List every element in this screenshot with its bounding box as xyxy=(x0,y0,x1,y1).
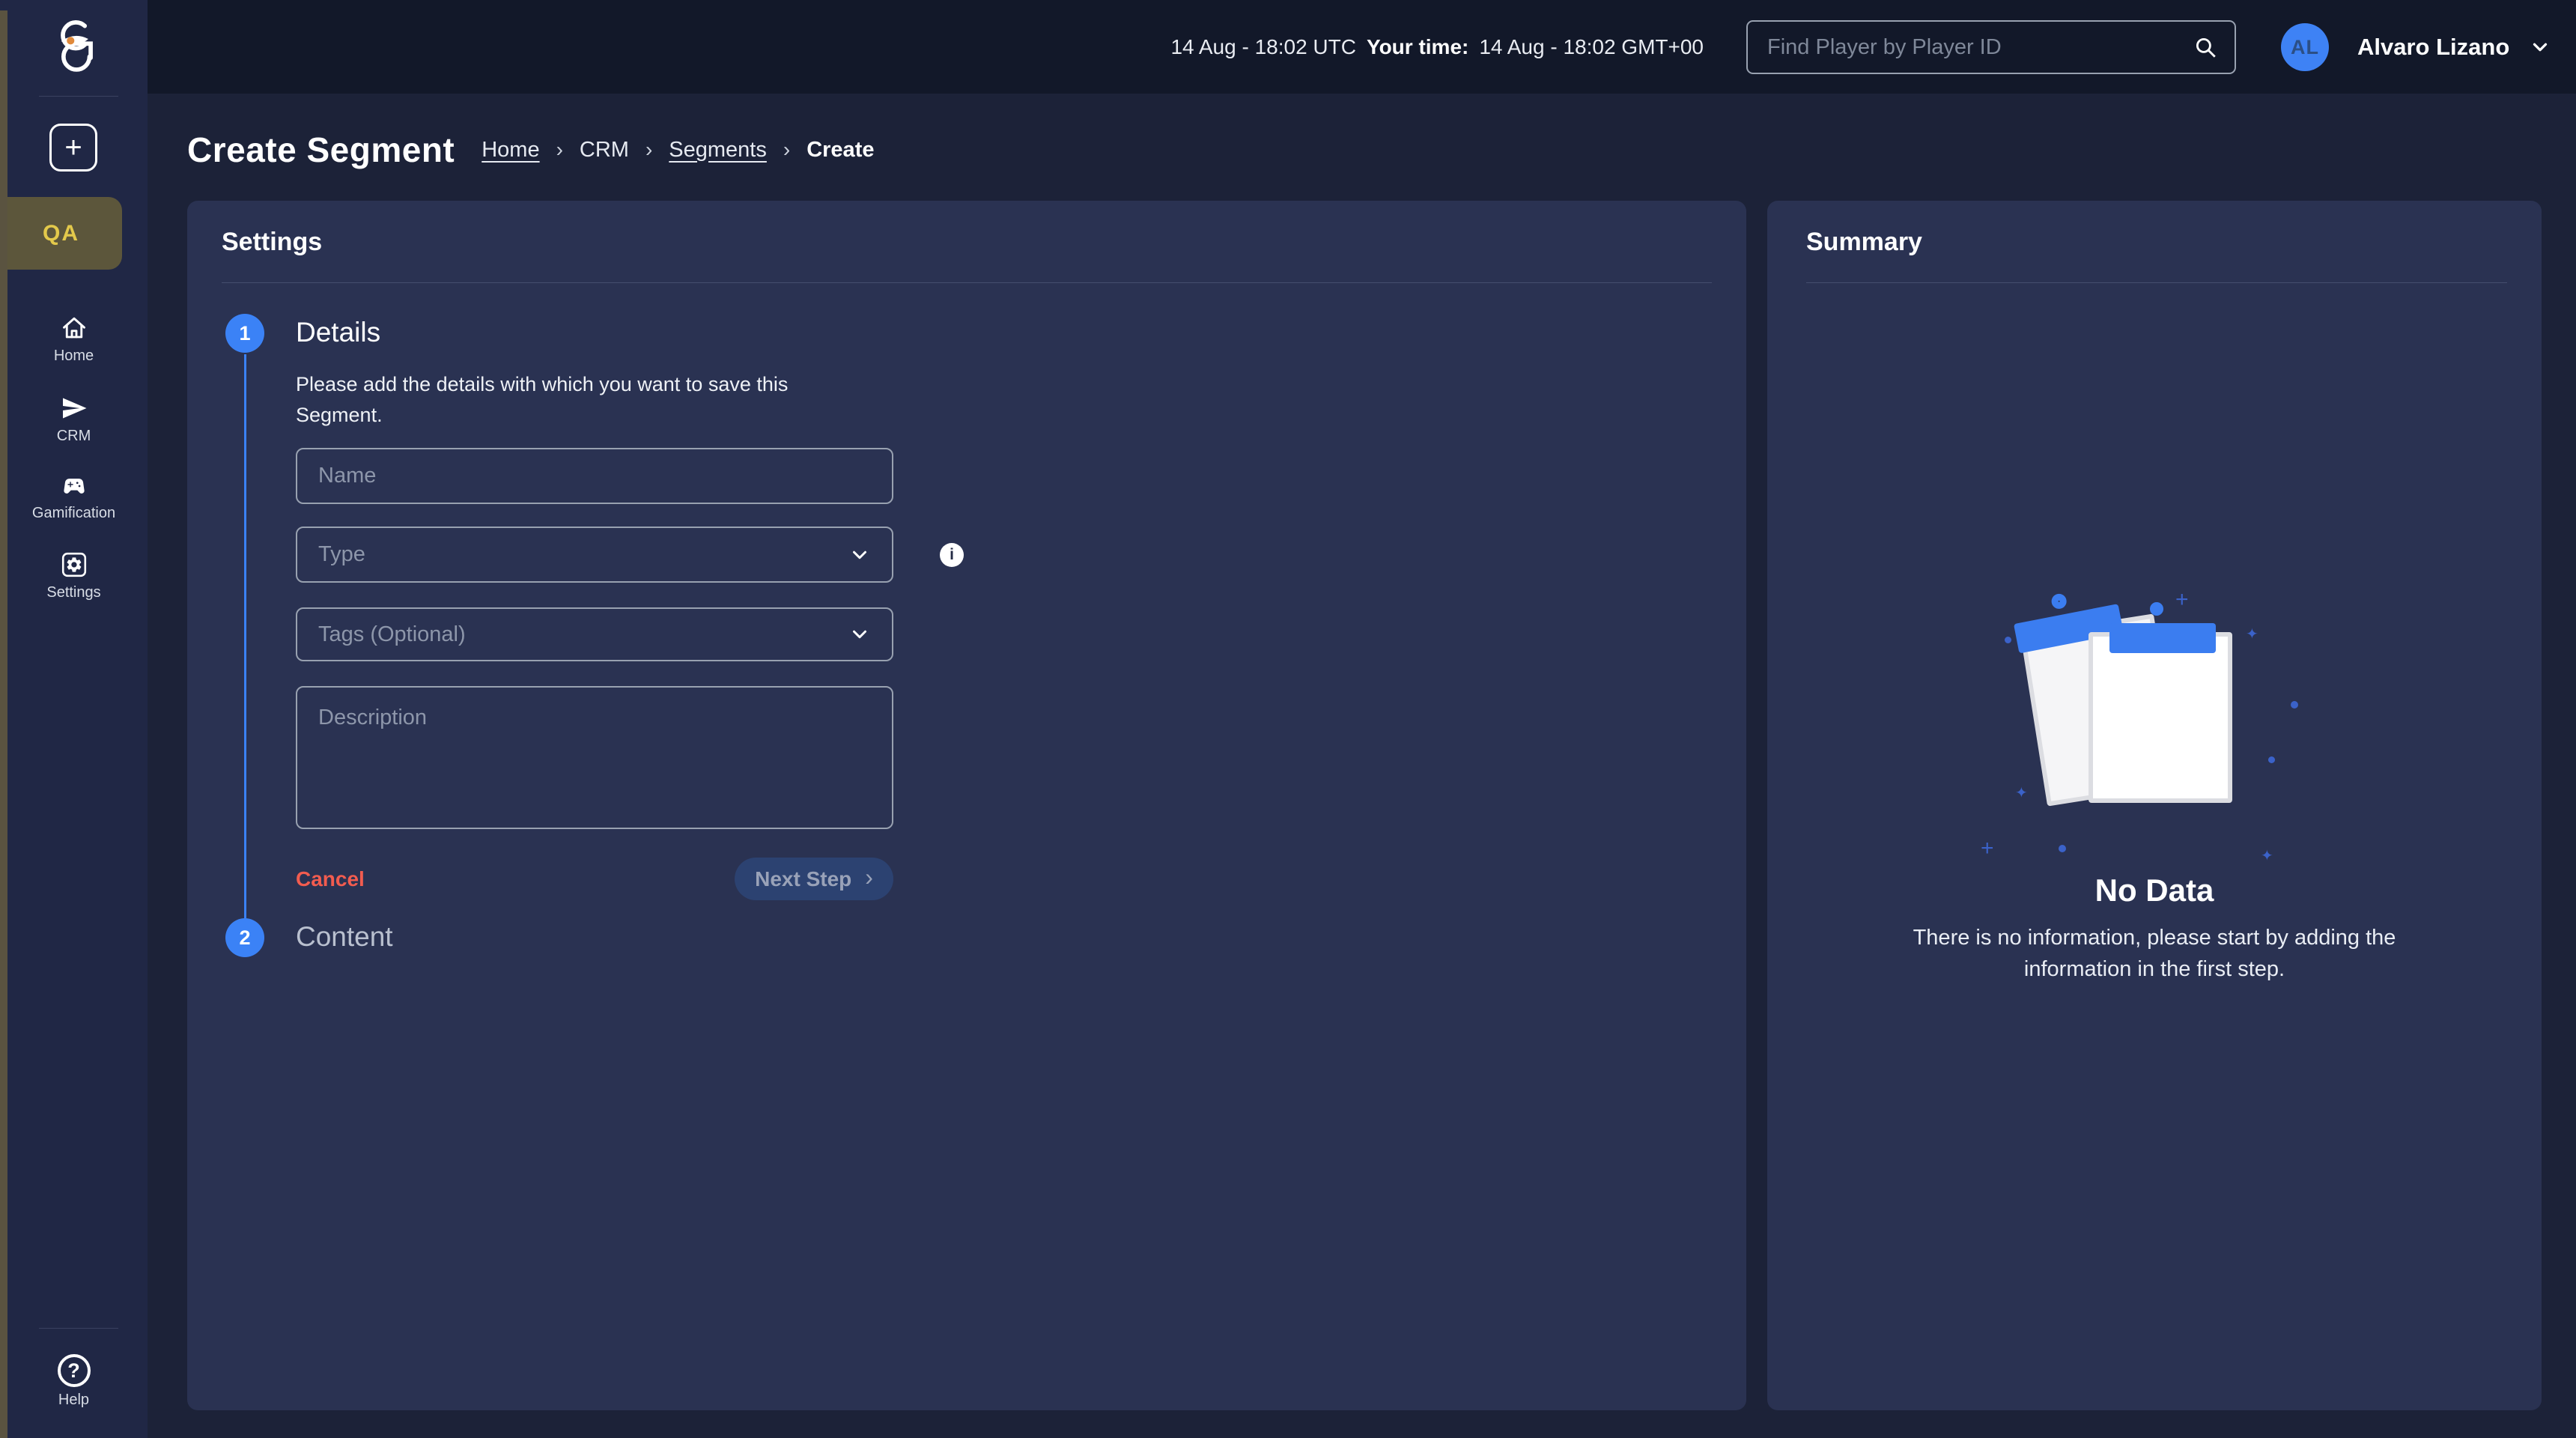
sidebar: + QA Home CRM Gamification Settings ? He… xyxy=(0,0,148,1438)
sidebar-item-label: Settings xyxy=(46,584,101,601)
help-icon: ? xyxy=(57,1354,91,1387)
clipboard-ring xyxy=(2050,592,2068,610)
avatar[interactable]: AL xyxy=(2281,23,2329,71)
sidebar-item-label: Home xyxy=(53,348,94,364)
time-display: 14 Aug - 18:02 UTC Your time: 14 Aug - 1… xyxy=(1170,0,1704,94)
panel-divider xyxy=(222,282,1712,283)
type-select[interactable]: Type xyxy=(296,527,893,583)
name-field[interactable] xyxy=(296,448,893,504)
step-1-description: Please add the details with which you wa… xyxy=(296,373,789,426)
environment-strip xyxy=(0,10,7,1438)
sparkle-decoration xyxy=(2059,845,2066,852)
breadcrumb-separator-icon: › xyxy=(556,138,563,161)
summary-panel-title: Summary xyxy=(1806,228,1922,256)
user-menu[interactable]: Alvaro Lizano xyxy=(2357,0,2551,94)
chevron-right-icon: › xyxy=(865,864,873,891)
player-search-input[interactable] xyxy=(1767,34,2193,60)
sparkle-decoration xyxy=(2005,637,2011,643)
name-input[interactable] xyxy=(318,464,871,488)
page-title: Create Segment xyxy=(187,130,455,169)
home-icon xyxy=(60,315,88,342)
main-content: Create Segment Home › CRM › Segments › C… xyxy=(148,94,2576,1438)
sparkle-decoration: + xyxy=(1981,836,1994,861)
description-field[interactable] xyxy=(296,686,893,829)
description-textarea[interactable] xyxy=(297,688,892,828)
no-data-message: There is no information, please start by… xyxy=(1913,926,2396,982)
no-data-illustration: + ✦ ✦ + ✦ xyxy=(1981,587,2312,864)
add-button[interactable]: + xyxy=(49,124,97,172)
breadcrumb-create: Create xyxy=(806,137,875,162)
sidebar-item-settings[interactable]: Settings xyxy=(0,551,148,601)
settings-panel: Settings 1 Details Please add the detail… xyxy=(187,201,1746,1410)
sparkle-decoration xyxy=(2291,701,2298,709)
sidebar-item-label: CRM xyxy=(56,428,91,444)
clipboard-front-icon xyxy=(2089,602,2232,803)
sidebar-divider xyxy=(39,96,118,97)
no-data-title: No Data xyxy=(2094,873,2214,908)
breadcrumb-home[interactable]: Home xyxy=(482,138,539,163)
info-icon[interactable]: i xyxy=(940,543,964,567)
sidebar-item-home[interactable]: Home xyxy=(0,315,148,365)
sparkle-decoration: ✦ xyxy=(2246,626,2258,643)
chevron-down-icon xyxy=(848,623,871,646)
chevron-down-icon xyxy=(2529,36,2551,58)
sparkle-decoration: + xyxy=(2175,587,2189,612)
clipboard-clip xyxy=(2109,623,2216,653)
breadcrumb-separator-icon: › xyxy=(783,138,791,161)
top-bar: 14 Aug - 18:02 UTC Your time: 14 Aug - 1… xyxy=(0,0,2576,94)
plus-icon: + xyxy=(64,130,82,164)
cancel-button[interactable]: Cancel xyxy=(296,867,365,891)
environment-badge-label: QA xyxy=(43,220,79,246)
your-time-label: Your time: xyxy=(1366,34,1469,58)
stepper-connector xyxy=(244,354,246,918)
step-2-indicator: 2 xyxy=(225,918,264,957)
sidebar-item-gamification[interactable]: Gamification xyxy=(0,473,148,522)
brand-logo-icon[interactable] xyxy=(46,16,103,78)
details-form: Type Tags (Optional) i xyxy=(296,448,970,829)
breadcrumb-segments[interactable]: Segments xyxy=(669,138,767,163)
form-actions: Cancel Next Step › xyxy=(296,858,893,900)
settings-panel-title: Settings xyxy=(222,228,323,256)
gamepad-icon xyxy=(58,473,90,499)
environment-badge: QA xyxy=(0,197,122,270)
next-step-label: Next Step xyxy=(755,867,852,891)
chevron-down-icon xyxy=(848,544,871,566)
utc-time: 14 Aug - 18:02 UTC xyxy=(1170,34,1356,58)
sparkle-decoration xyxy=(2268,756,2275,763)
sidebar-item-help[interactable]: ? Help xyxy=(0,1354,148,1409)
app-root: 14 Aug - 18:02 UTC Your time: 14 Aug - 1… xyxy=(0,0,2576,1438)
step-1-indicator: 1 xyxy=(225,314,264,353)
panel-divider xyxy=(1806,282,2507,283)
breadcrumb-separator-icon: › xyxy=(645,138,653,161)
type-select-placeholder: Type xyxy=(318,542,365,566)
sparkle-decoration: ✦ xyxy=(2015,785,2028,801)
tags-select-placeholder: Tags (Optional) xyxy=(318,622,466,646)
step-2-number: 2 xyxy=(239,926,251,949)
summary-panel: Summary + ✦ ✦ + ✦ No Data There is no in… xyxy=(1767,201,2542,1410)
tags-select[interactable]: Tags (Optional) xyxy=(296,607,893,661)
gear-icon xyxy=(60,551,88,578)
breadcrumb-crm: CRM xyxy=(579,137,629,162)
player-search-box[interactable] xyxy=(1746,20,2236,74)
step-1-title: Details xyxy=(296,317,381,348)
next-step-button[interactable]: Next Step › xyxy=(735,858,893,900)
sidebar-item-label: Help xyxy=(58,1392,90,1408)
help-icon-glyph: ? xyxy=(67,1359,80,1382)
sidebar-item-label: Gamification xyxy=(31,505,116,521)
step-1-number: 1 xyxy=(239,321,251,345)
step-2-title: Content xyxy=(296,921,393,952)
breadcrumb: Home › CRM › Segments › Create xyxy=(482,138,874,163)
clipboard-ring xyxy=(2150,602,2163,616)
info-icon-glyph: i xyxy=(950,546,954,563)
sparkle-decoration: ✦ xyxy=(2261,848,2273,864)
search-icon[interactable] xyxy=(2193,34,2218,60)
user-name: Alvaro Lizano xyxy=(2357,33,2510,60)
send-icon xyxy=(59,395,89,422)
page-header: Create Segment Home › CRM › Segments › C… xyxy=(187,130,874,170)
local-time: 14 Aug - 18:02 GMT+00 xyxy=(1479,34,1704,58)
avatar-initials: AL xyxy=(2291,35,2319,58)
sidebar-divider xyxy=(39,1328,118,1329)
sidebar-item-crm[interactable]: CRM xyxy=(0,395,148,445)
